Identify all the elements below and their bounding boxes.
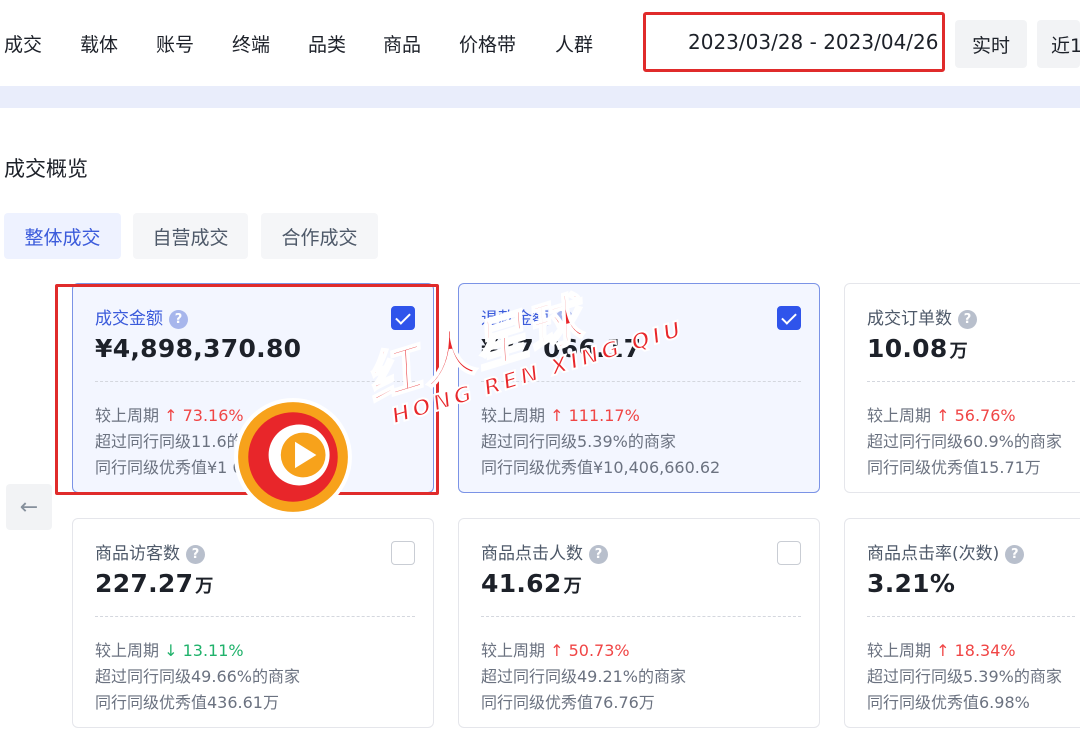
metric-compare: 较上周期 ↑ 111.17% bbox=[481, 406, 640, 425]
metric-compare: 较上周期 ↑ 50.73% bbox=[481, 641, 630, 660]
metric-card-product-visitors[interactable]: 商品访客数? 227.27 万 较上周期 ↓ 13.11% 超过同行同级49.66… bbox=[72, 518, 434, 728]
arrow-left-icon: ← bbox=[19, 494, 39, 520]
metric-value: 41.62 万 bbox=[481, 569, 582, 598]
metric-value: 227.27 万 bbox=[95, 569, 214, 598]
metric-value: 10.08 万 bbox=[867, 334, 968, 363]
nav-tab-price-band[interactable]: 价格带 bbox=[459, 30, 516, 57]
nav-tab-audience[interactable]: 人群 bbox=[555, 30, 593, 57]
section-title: 成交概览 bbox=[4, 157, 88, 181]
metric-divider bbox=[95, 616, 415, 617]
nav-divider-band bbox=[0, 86, 1080, 108]
metric-excellent-value: 同行同级优秀值15.71万 bbox=[867, 458, 1041, 477]
nav-tab-account[interactable]: 账号 bbox=[156, 30, 194, 57]
nav-tab-category[interactable]: 品类 bbox=[308, 30, 346, 57]
nav-tab-carrier[interactable]: 载体 bbox=[80, 30, 118, 57]
top-nav: 成交 载体 账号 终端 品类 商品 价格带 人群 2023/03/28 - 20… bbox=[0, 0, 1080, 86]
arrow-up-icon: ↑ bbox=[164, 406, 178, 425]
metric-title: 商品点击率(次数)? bbox=[867, 539, 1025, 564]
metric-compare: 较上周期 ↓ 13.11% bbox=[95, 641, 244, 660]
metric-card-product-clickers[interactable]: 商品点击人数? 41.62 万 较上周期 ↑ 50.73% 超过同行同级49.21… bbox=[458, 518, 820, 728]
realtime-button[interactable]: 实时 bbox=[955, 20, 1027, 68]
metric-checkbox[interactable] bbox=[391, 541, 415, 565]
question-circle-icon[interactable]: ? bbox=[169, 310, 188, 329]
metric-checkbox[interactable] bbox=[777, 541, 801, 565]
tab-overall-deal[interactable]: 整体成交 bbox=[4, 213, 121, 259]
nav-tab-product[interactable]: 商品 bbox=[383, 30, 421, 57]
metric-title: 商品访客数? bbox=[95, 539, 205, 564]
metric-value: ¥4,898,370.80 bbox=[95, 334, 302, 363]
arrow-down-icon: ↓ bbox=[164, 641, 178, 660]
tab-cooperative-deal[interactable]: 合作成交 bbox=[261, 213, 378, 259]
recent-period-button[interactable]: 近1 bbox=[1037, 20, 1080, 68]
metric-value: 3.21% bbox=[867, 569, 956, 598]
metric-title: 成交金额? bbox=[95, 304, 188, 329]
metric-excellent-value: 同行同级优秀值¥10,406,660.62 bbox=[481, 458, 721, 477]
arrow-up-icon: ↑ bbox=[936, 641, 950, 660]
metric-compare: 较上周期 ↑ 56.76% bbox=[867, 406, 1016, 425]
watermark-logo-icon bbox=[234, 398, 352, 516]
question-circle-icon[interactable]: ? bbox=[186, 545, 205, 564]
metric-peer-rank: 超过同行同级5.39%的商家 bbox=[481, 432, 676, 451]
arrow-up-icon: ↑ bbox=[550, 641, 564, 660]
metric-checkbox[interactable] bbox=[777, 306, 801, 330]
question-circle-icon[interactable]: ? bbox=[958, 310, 977, 329]
metric-peer-rank: 超过同行同级5.39%的商家 bbox=[867, 667, 1062, 686]
metric-excellent-value: 同行同级优秀值436.61万 bbox=[95, 693, 279, 712]
metric-title: 商品点击人数? bbox=[481, 539, 608, 564]
metric-card-click-rate[interactable]: 商品点击率(次数)? 3.21% 较上周期 ↑ 18.34% 超过同行同级5.3… bbox=[844, 518, 1080, 728]
metric-peer-rank: 超过同行同级49.21%的商家 bbox=[481, 667, 687, 686]
metric-excellent-value: 同行同级优秀值6.98% bbox=[867, 693, 1030, 712]
tab-self-operated-deal[interactable]: 自营成交 bbox=[133, 213, 248, 259]
question-circle-icon[interactable]: ? bbox=[589, 545, 608, 564]
metric-divider bbox=[867, 616, 1075, 617]
metric-peer-rank: 超过同行同级49.66%的商家 bbox=[95, 667, 301, 686]
nav-tab-deal[interactable]: 成交 bbox=[4, 30, 42, 57]
carousel-prev-button[interactable]: ← bbox=[6, 484, 52, 530]
date-range-picker[interactable]: 2023/03/28 - 2023/04/26 bbox=[688, 30, 938, 54]
metric-divider bbox=[481, 616, 801, 617]
metric-compare: 较上周期 ↑ 18.34% bbox=[867, 641, 1016, 660]
metric-peer-rank: 超过同行同级60.9%的商家 bbox=[867, 432, 1062, 451]
metric-card-order-count[interactable]: 成交订单数? 10.08 万 较上周期 ↑ 56.76% 超过同行同级60.9%的… bbox=[844, 283, 1080, 493]
metric-divider bbox=[867, 381, 1075, 382]
arrow-up-icon: ↑ bbox=[936, 406, 950, 425]
metric-title: 成交订单数? bbox=[867, 304, 977, 329]
metric-compare: 较上周期 ↑ 73.16% bbox=[95, 406, 244, 425]
metric-excellent-value: 同行同级优秀值76.76万 bbox=[481, 693, 655, 712]
nav-tab-terminal[interactable]: 终端 bbox=[232, 30, 270, 57]
question-circle-icon[interactable]: ? bbox=[1005, 545, 1025, 564]
arrow-up-icon: ↑ bbox=[550, 406, 564, 425]
